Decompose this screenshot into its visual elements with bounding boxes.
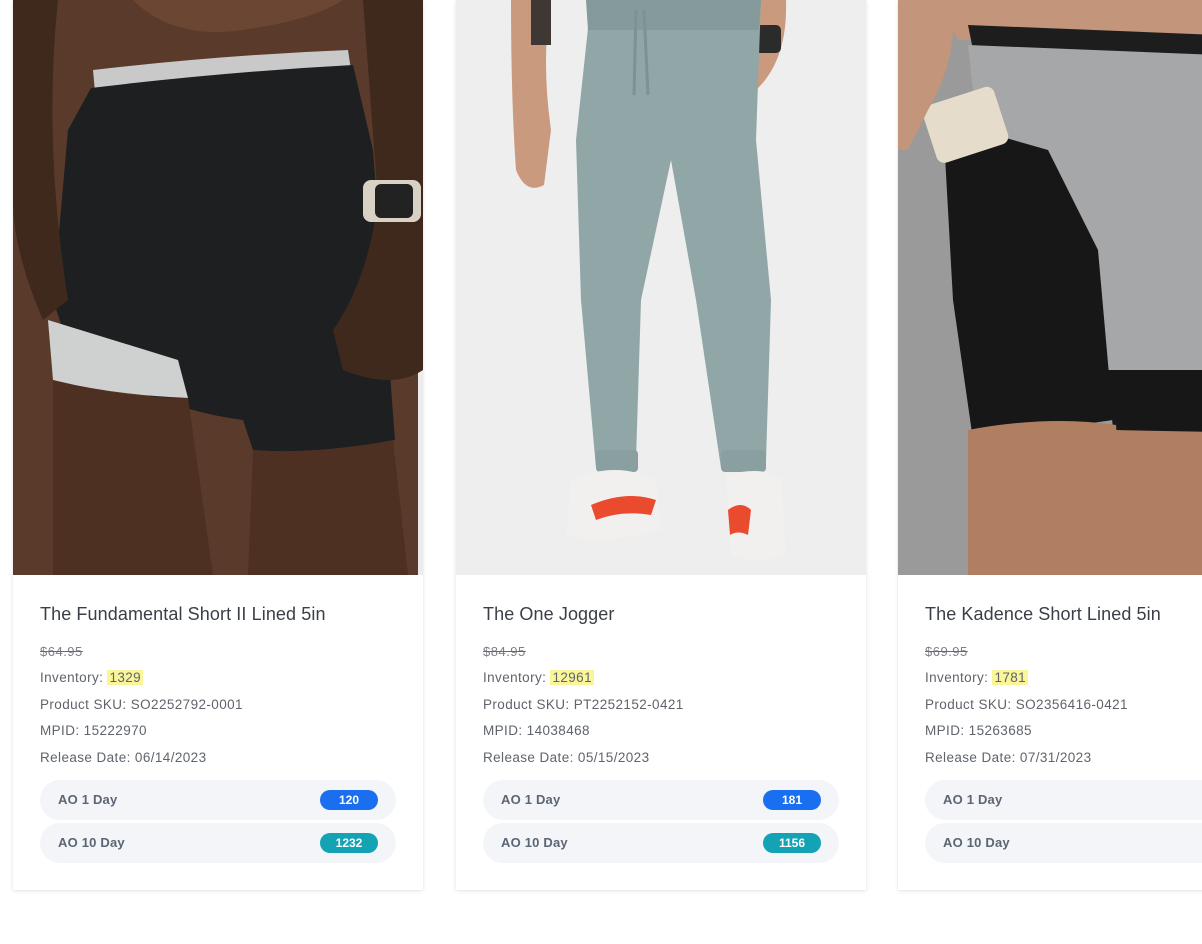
inventory-value: 1329 xyxy=(107,670,144,685)
product-card[interactable]: The Kadence Short Lined 5in $69.95 Inven… xyxy=(898,0,1202,890)
product-photo-shorts-black xyxy=(13,0,423,575)
stats-list: AO 1 Day AO 10 Day xyxy=(925,780,1202,866)
product-photo-jogger-grey xyxy=(456,0,866,575)
stats-list: AO 1 Day 120 AO 10 Day 1232 xyxy=(40,780,396,866)
stat-ao-10-day: AO 10 Day xyxy=(925,823,1202,863)
mpid-value: 15263685 xyxy=(968,723,1032,739)
mpid-label: MPID: xyxy=(483,723,523,739)
inventory-label: Inventory: xyxy=(483,670,547,685)
stat-badge: 120 xyxy=(320,790,378,810)
product-info: The One Jogger $84.95 Inventory: 12961 P… xyxy=(483,600,839,772)
stat-badge: 1232 xyxy=(320,833,378,853)
stat-badge: 181 xyxy=(763,790,821,810)
product-card[interactable]: The Fundamental Short II Lined 5in $64.9… xyxy=(13,0,423,890)
release-date-row: Release Date: 06/14/2023 xyxy=(40,745,396,772)
inventory-row: Inventory: 1781 xyxy=(925,665,1191,692)
sku-label: Product SKU: xyxy=(483,696,570,712)
sku-value: SO2252792-0001 xyxy=(130,696,243,712)
product-grid: The Fundamental Short II Lined 5in $64.9… xyxy=(0,0,1202,944)
mpid-value: 15222970 xyxy=(83,723,147,739)
sku-row: Product SKU: PT2252152-0421 xyxy=(483,692,839,719)
mpid-row: MPID: 15222970 xyxy=(40,718,396,745)
sku-value: SO2356416-0421 xyxy=(1015,696,1128,712)
release-date-label: Release Date: xyxy=(483,750,574,766)
stat-label: AO 10 Day xyxy=(501,835,568,850)
product-title[interactable]: The Kadence Short Lined 5in xyxy=(925,600,1191,628)
sku-label: Product SKU: xyxy=(925,696,1012,712)
stat-label: AO 10 Day xyxy=(943,835,1010,850)
product-card[interactable]: The One Jogger $84.95 Inventory: 12961 P… xyxy=(456,0,866,890)
sku-row: Product SKU: SO2252792-0001 xyxy=(40,692,396,719)
release-date-value: 06/14/2023 xyxy=(134,750,207,766)
product-image[interactable] xyxy=(898,0,1202,575)
product-image[interactable] xyxy=(456,0,866,575)
inventory-value: 12961 xyxy=(550,670,594,685)
mpid-row: MPID: 14038468 xyxy=(483,718,839,745)
inventory-label: Inventory: xyxy=(40,670,104,685)
stat-label: AO 10 Day xyxy=(58,835,125,850)
stat-label: AO 1 Day xyxy=(943,792,1003,807)
product-photo-shorts-grey-lined xyxy=(898,0,1202,575)
product-info: The Fundamental Short II Lined 5in $64.9… xyxy=(40,600,396,772)
release-date-label: Release Date: xyxy=(40,750,131,766)
stats-list: AO 1 Day 181 AO 10 Day 1156 xyxy=(483,780,839,866)
mpid-value: 14038468 xyxy=(526,723,590,739)
sku-label: Product SKU: xyxy=(40,696,127,712)
stat-ao-10-day: AO 10 Day 1156 xyxy=(483,823,839,863)
sku-row: Product SKU: SO2356416-0421 xyxy=(925,692,1191,719)
inventory-label: Inventory: xyxy=(925,670,989,685)
stat-ao-1-day: AO 1 Day xyxy=(925,780,1202,820)
product-title[interactable]: The One Jogger xyxy=(483,600,839,628)
mpid-row: MPID: 15263685 xyxy=(925,718,1191,745)
inventory-value: 1781 xyxy=(992,670,1029,685)
stat-ao-1-day: AO 1 Day 181 xyxy=(483,780,839,820)
inventory-row: Inventory: 12961 xyxy=(483,665,839,692)
product-price-original: $64.95 xyxy=(40,644,83,659)
product-image[interactable] xyxy=(13,0,423,575)
stat-ao-10-day: AO 10 Day 1232 xyxy=(40,823,396,863)
mpid-label: MPID: xyxy=(925,723,965,739)
stat-label: AO 1 Day xyxy=(58,792,118,807)
stat-label: AO 1 Day xyxy=(501,792,561,807)
release-date-row: Release Date: 07/31/2023 xyxy=(925,745,1191,772)
stat-badge: 1156 xyxy=(763,833,821,853)
stat-ao-1-day: AO 1 Day 120 xyxy=(40,780,396,820)
release-date-value: 05/15/2023 xyxy=(577,750,650,766)
release-date-value: 07/31/2023 xyxy=(1019,750,1092,766)
product-price-original: $84.95 xyxy=(483,644,526,659)
release-date-row: Release Date: 05/15/2023 xyxy=(483,745,839,772)
sku-value: PT2252152-0421 xyxy=(573,696,684,712)
release-date-label: Release Date: xyxy=(925,750,1016,766)
product-price-original: $69.95 xyxy=(925,644,968,659)
product-title[interactable]: The Fundamental Short II Lined 5in xyxy=(40,600,396,628)
mpid-label: MPID: xyxy=(40,723,80,739)
product-info: The Kadence Short Lined 5in $69.95 Inven… xyxy=(925,600,1191,772)
inventory-row: Inventory: 1329 xyxy=(40,665,396,692)
